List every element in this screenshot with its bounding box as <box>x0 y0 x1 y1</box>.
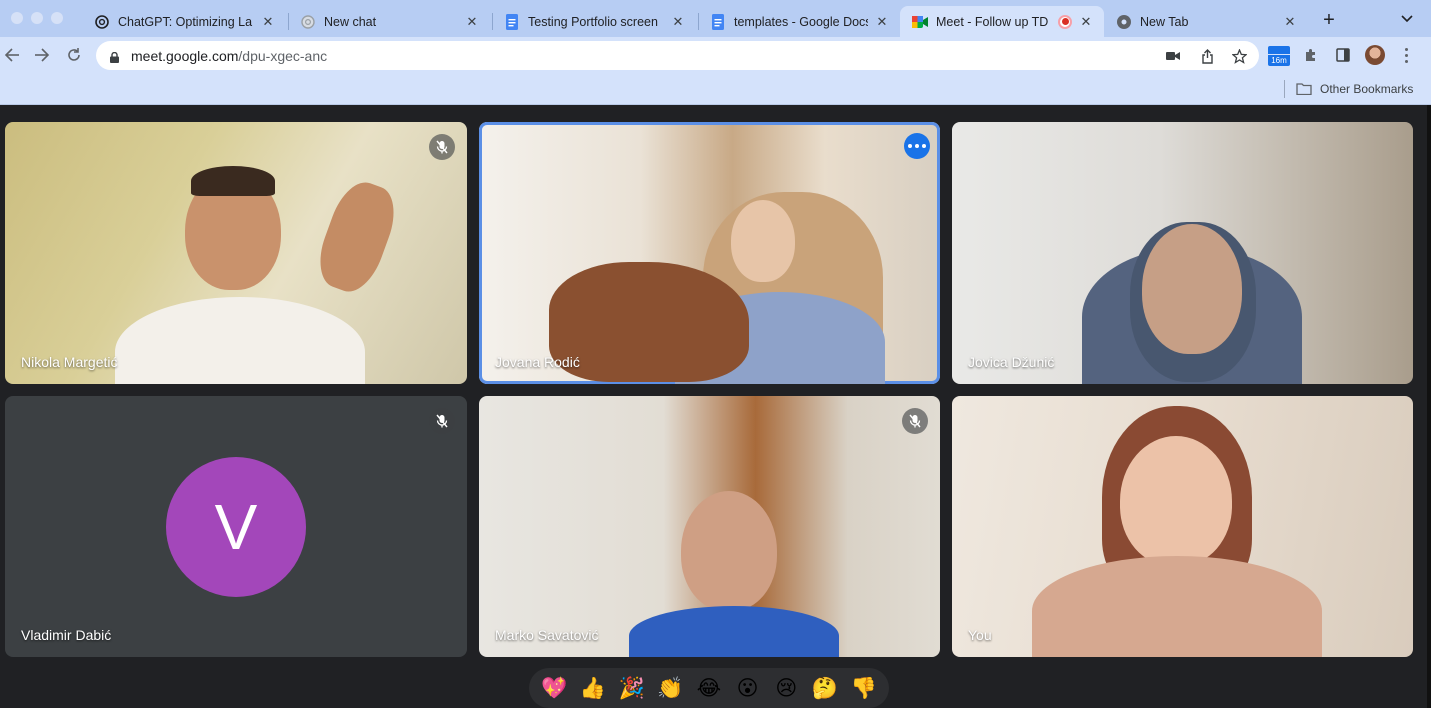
address-bar[interactable]: meet.google.com/dpu-xgec-anc <box>96 41 1259 70</box>
google-docs-icon <box>710 13 726 30</box>
participant-tile-vladimir[interactable]: V Vladimir Dabić <box>5 396 467 657</box>
lock-icon[interactable] <box>110 50 119 63</box>
reaction-tears-of-joy[interactable]: 😂 <box>692 671 726 705</box>
close-tab-icon[interactable]: ✕ <box>260 14 276 30</box>
reaction-surprised[interactable]: 😮 <box>731 671 765 705</box>
tab-title: Meet - Follow up TD <box>936 14 1049 29</box>
reaction-thinking[interactable]: 🤔 <box>808 671 842 705</box>
tab-new-chat[interactable]: New chat ✕ <box>288 6 490 37</box>
share-icon[interactable] <box>1198 47 1216 65</box>
tab-title: New chat <box>324 14 377 29</box>
participant-tile-jovica[interactable]: Jovica Džunić <box>952 122 1413 384</box>
tab-templates-google-docs[interactable]: templates - Google Docs ✕ <box>698 6 900 37</box>
google-meet-icon <box>912 14 928 30</box>
forward-arrow-icon <box>35 48 50 62</box>
participant-tile-you[interactable]: You <box>952 396 1413 657</box>
url-text: meet.google.com/dpu-xgec-anc <box>131 48 327 64</box>
reaction-sparkling-heart[interactable]: 💖 <box>537 671 571 705</box>
participant-tile-jovana[interactable]: Jovana Rodić <box>479 122 940 384</box>
tab-testing-portfolio[interactable]: Testing Portfolio screen ✕ <box>492 6 696 37</box>
recording-indicator-icon <box>1058 14 1072 29</box>
participant-tile-marko[interactable]: Marko Savatović <box>479 396 940 657</box>
calendar-badge-label: 16m <box>1268 55 1290 66</box>
close-tab-icon[interactable]: ✕ <box>1078 14 1094 30</box>
calendar-extension-button[interactable]: 16m <box>1268 46 1290 68</box>
tab-new-tab[interactable]: New Tab ✕ <box>1104 6 1308 37</box>
participant-name: Vladimir Dabić <box>21 627 112 643</box>
tab-strip: ChatGPT: Optimizing La ✕ New chat ✕ Test… <box>0 0 1431 37</box>
url-path: /dpu-xgec-anc <box>238 48 328 64</box>
tab-search-chevron-down-icon[interactable] <box>1398 10 1416 28</box>
reaction-thumbs-down[interactable]: 👎 <box>847 671 881 705</box>
close-tab-icon[interactable]: ✕ <box>874 14 890 30</box>
reaction-clapping[interactable]: 👏 <box>653 671 687 705</box>
other-bookmarks-label: Other Bookmarks <box>1320 82 1414 96</box>
tab-title: Testing Portfolio screen <box>528 14 658 29</box>
openai-icon <box>94 14 110 30</box>
participant-tile-nikola[interactable]: Nikola Margetić <box>5 122 467 384</box>
participant-name: Marko Savatović <box>495 627 599 643</box>
url-host: meet.google.com <box>131 48 239 64</box>
mic-off-icon <box>902 408 928 434</box>
reaction-crying[interactable]: 😢 <box>769 671 803 705</box>
back-arrow-icon <box>4 48 19 62</box>
extensions-puzzle-icon[interactable] <box>1301 45 1321 65</box>
tab-chatgpt-optimizing[interactable]: ChatGPT: Optimizing La ✕ <box>82 6 286 37</box>
participant-name: You <box>968 627 992 643</box>
minimize-window-button[interactable] <box>31 12 43 24</box>
reactions-bar: 💖 👍 🎉 👏 😂 😮 😢 🤔 👎 <box>529 668 889 708</box>
google-docs-icon <box>504 13 520 30</box>
participant-name: Nikola Margetić <box>21 354 118 370</box>
participant-name: Jovica Džunić <box>968 354 1055 370</box>
tab-title: templates - Google Docs <box>734 14 868 29</box>
bookmarks-bar: Other Bookmarks <box>0 74 1431 105</box>
forward-button[interactable] <box>31 44 53 66</box>
side-panel-icon[interactable] <box>1333 45 1353 65</box>
reload-button[interactable] <box>63 44 85 66</box>
new-tab-button[interactable]: + <box>1318 9 1340 31</box>
folder-icon <box>1296 83 1312 95</box>
close-tab-icon[interactable]: ✕ <box>670 14 686 30</box>
back-button[interactable] <box>1 44 23 66</box>
participant-avatar: V <box>166 457 306 597</box>
close-tab-icon[interactable]: ✕ <box>464 14 480 30</box>
chrome-icon <box>1116 14 1132 30</box>
reaction-thumbs-up[interactable]: 👍 <box>576 671 610 705</box>
participant-name: Jovana Rodić <box>495 354 580 370</box>
bookmark-star-icon[interactable] <box>1230 47 1248 65</box>
meet-video-grid: Nikola Margetić Jovana Rodić Jovica Džun… <box>0 105 1431 708</box>
reload-icon <box>68 48 80 61</box>
reaction-party-popper[interactable]: 🎉 <box>615 671 649 705</box>
close-tab-icon[interactable]: ✕ <box>1282 14 1298 30</box>
close-window-button[interactable] <box>11 12 23 24</box>
browser-toolbar: meet.google.com/dpu-xgec-anc <box>0 37 1431 74</box>
tab-title: ChatGPT: Optimizing La <box>118 14 253 29</box>
camera-icon[interactable] <box>1164 47 1182 65</box>
mic-off-icon <box>429 408 455 434</box>
window-edge <box>1427 105 1431 708</box>
more-options-button[interactable] <box>904 133 930 159</box>
other-bookmarks-folder[interactable]: Other Bookmarks <box>1296 80 1413 98</box>
maximize-window-button[interactable] <box>51 12 63 24</box>
tab-meet-follow-up[interactable]: Meet - Follow up TD ✕ <box>900 6 1104 37</box>
profile-avatar[interactable] <box>1365 45 1385 65</box>
openai-icon <box>300 14 316 30</box>
tab-title: New Tab <box>1140 14 1189 29</box>
mic-off-icon <box>429 134 455 160</box>
browser-menu-kebab-icon[interactable] <box>1399 45 1413 65</box>
